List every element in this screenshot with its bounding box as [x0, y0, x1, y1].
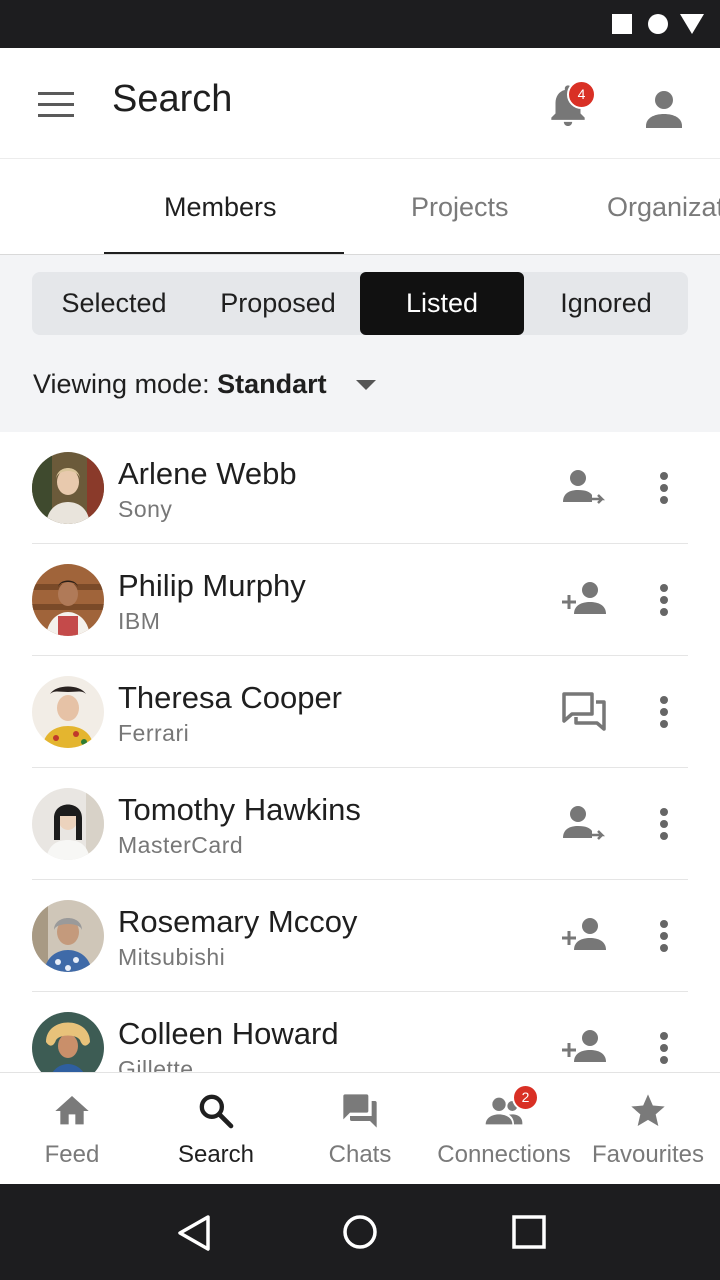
members-list: Arlene Webb Sony Philip Murphy IBM There…: [0, 432, 720, 1072]
back-icon[interactable]: [176, 1214, 212, 1252]
nav-label: Connections: [437, 1141, 571, 1168]
nav-connections[interactable]: Connections: [432, 1073, 576, 1185]
person-arrow-icon[interactable]: [560, 466, 608, 510]
list-item[interactable]: Philip Murphy IBM: [0, 544, 720, 656]
search-icon: [199, 1094, 234, 1129]
person-add-icon[interactable]: [560, 1026, 608, 1070]
avatar: [32, 676, 104, 748]
signal-icon: [680, 14, 704, 34]
avatar: [32, 564, 104, 636]
member-name: Colleen Howard: [118, 1016, 339, 1051]
connections-badge: 2: [512, 1084, 539, 1111]
member-company: Gillette: [118, 1056, 194, 1072]
avatar: [32, 1012, 104, 1072]
avatar: [32, 900, 104, 972]
segment-ignored[interactable]: Ignored: [524, 272, 688, 335]
viewing-mode-value: Standart: [217, 369, 327, 399]
chat-icon[interactable]: [560, 690, 608, 734]
filter-area: Selected Proposed Listed Ignored Viewing…: [0, 255, 720, 432]
list-item[interactable]: Tomothy Hawkins MasterCard: [0, 768, 720, 880]
tab-projects[interactable]: Projects: [411, 160, 509, 254]
avatar: [32, 452, 104, 524]
more-options-icon[interactable]: [650, 916, 678, 956]
tab-bar: Members Projects Organizations: [0, 160, 720, 255]
nav-label: Favourites: [591, 1141, 705, 1168]
recents-status-icon: [612, 14, 632, 34]
home-icon: [55, 1096, 89, 1125]
status-segmented-control: Selected Proposed Listed Ignored: [32, 272, 688, 335]
member-company: Sony: [118, 496, 173, 522]
more-options-icon[interactable]: [650, 692, 678, 732]
member-company: Mitsubishi: [118, 944, 226, 970]
recents-icon[interactable]: [512, 1215, 546, 1249]
list-item[interactable]: Theresa Cooper Ferrari: [0, 656, 720, 768]
list-item[interactable]: Colleen Howard Gillette: [0, 992, 720, 1072]
menu-icon[interactable]: [38, 92, 74, 118]
star-icon: [631, 1094, 665, 1126]
list-item[interactable]: Rosemary Mccoy Mitsubishi: [0, 880, 720, 992]
member-name: Rosemary Mccoy: [118, 904, 358, 939]
dropdown-arrow-icon[interactable]: [356, 380, 376, 390]
segment-proposed[interactable]: Proposed: [196, 272, 360, 335]
member-company: IBM: [118, 608, 161, 634]
segment-listed[interactable]: Listed: [360, 272, 524, 335]
nav-chats[interactable]: Chats: [288, 1073, 432, 1185]
notification-badge: 4: [567, 80, 596, 109]
system-navigation-bar: [0, 1184, 720, 1280]
status-bar: [0, 0, 720, 48]
nav-favourites[interactable]: Favourites: [576, 1073, 720, 1185]
viewing-mode-selector[interactable]: Viewing mode: Standart: [33, 369, 327, 400]
profile-icon[interactable]: [640, 84, 688, 132]
person-add-icon[interactable]: [560, 914, 608, 958]
member-name: Philip Murphy: [118, 568, 306, 603]
nav-label: Search: [177, 1141, 255, 1168]
tab-organizations[interactable]: Organizations: [607, 160, 720, 254]
nav-search[interactable]: Search: [144, 1073, 288, 1185]
page-title: Search: [112, 78, 233, 120]
more-options-icon[interactable]: [650, 580, 678, 620]
list-item[interactable]: Arlene Webb Sony: [0, 432, 720, 544]
app-bar: Search: [0, 48, 720, 159]
member-name: Arlene Webb: [118, 456, 297, 491]
person-add-icon[interactable]: [560, 578, 608, 622]
segment-selected[interactable]: Selected: [32, 272, 196, 335]
viewing-mode-label: Viewing mode:: [33, 369, 210, 399]
nav-label: Feed: [44, 1141, 100, 1168]
member-company: MasterCard: [118, 832, 244, 858]
avatar: [32, 788, 104, 860]
more-options-icon[interactable]: [650, 804, 678, 844]
circle-status-icon: [648, 14, 668, 34]
bottom-navigation: Feed Search Chats Connections Favourites: [0, 1072, 720, 1185]
person-arrow-icon[interactable]: [560, 802, 608, 846]
member-company: Ferrari: [118, 720, 190, 746]
home-circle-icon[interactable]: [342, 1214, 378, 1250]
nav-feed[interactable]: Feed: [0, 1073, 144, 1185]
chats-icon: [343, 1094, 377, 1128]
nav-label: Chats: [328, 1141, 392, 1168]
member-name: Tomothy Hawkins: [118, 792, 361, 827]
tab-members[interactable]: Members: [164, 160, 277, 254]
more-options-icon[interactable]: [650, 468, 678, 508]
member-name: Theresa Cooper: [118, 680, 343, 715]
more-options-icon[interactable]: [650, 1028, 678, 1068]
